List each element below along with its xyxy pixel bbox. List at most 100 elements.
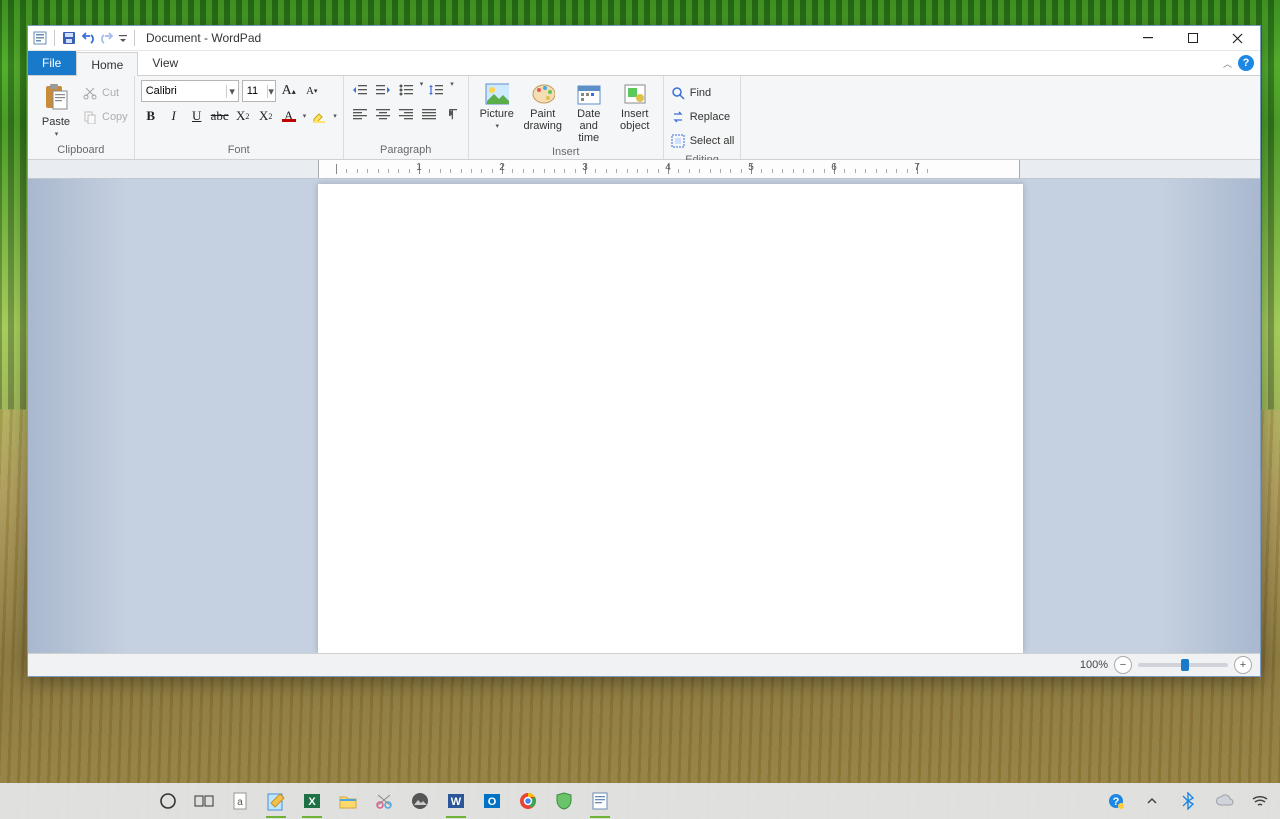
group-label: Insert <box>475 144 657 161</box>
tab-view[interactable]: View <box>138 51 193 75</box>
find-icon <box>670 85 686 101</box>
taskbar-word-icon[interactable]: W <box>442 787 470 815</box>
tray-wifi-icon[interactable] <box>1246 787 1274 815</box>
cut-button[interactable]: Cut <box>82 82 128 104</box>
window-title: Document - WordPad <box>146 31 261 45</box>
taskbar-explorer-icon[interactable] <box>334 787 362 815</box>
bold-button[interactable]: B <box>141 106 161 126</box>
align-center-button[interactable] <box>373 104 393 124</box>
font-name-input[interactable] <box>142 85 226 97</box>
paint-drawing-button[interactable]: Paintdrawing <box>521 80 565 132</box>
paragraph-dialog-button[interactable] <box>442 104 462 124</box>
document-page[interactable] <box>318 184 1023 653</box>
paste-icon <box>40 82 72 114</box>
cortana-icon[interactable] <box>154 787 182 815</box>
strikethrough-button[interactable]: abc <box>210 106 230 126</box>
status-bar: 100% − + <box>28 653 1260 676</box>
date-time-button[interactable]: Date andtime <box>567 80 611 144</box>
font-size-combo[interactable]: ▾ <box>242 80 276 102</box>
align-left-button[interactable] <box>350 104 370 124</box>
chevron-down-icon[interactable]: ▾ <box>450 80 454 100</box>
chevron-down-icon: ▾ <box>495 122 499 130</box>
decrease-indent-button[interactable] <box>350 80 370 100</box>
tray-onedrive-icon[interactable] <box>1210 787 1238 815</box>
help-icon[interactable]: ? <box>1238 55 1254 71</box>
close-button[interactable] <box>1215 26 1260 50</box>
bullets-button[interactable] <box>396 80 416 100</box>
title-bar: Document - WordPad <box>28 26 1260 51</box>
font-size-input[interactable] <box>243 85 267 97</box>
highlight-button[interactable] <box>309 106 329 126</box>
taskbar-photos-icon[interactable] <box>406 787 434 815</box>
qat-customize-icon[interactable] <box>118 30 128 46</box>
ruler[interactable]: 1234567 <box>28 160 1260 179</box>
group-label: Paragraph <box>350 142 462 159</box>
group-clipboard: Paste ▾ Cut Copy Clipboard <box>28 76 135 159</box>
taskbar-outlook-icon[interactable]: O <box>478 787 506 815</box>
line-spacing-button[interactable] <box>426 80 446 100</box>
increase-indent-button[interactable] <box>373 80 393 100</box>
taskbar-app-1[interactable]: a <box>226 787 254 815</box>
superscript-button[interactable]: X2 <box>256 106 276 126</box>
tray-chevron-icon[interactable] <box>1138 787 1166 815</box>
ribbon: Paste ▾ Cut Copy Clipboard <box>28 76 1260 160</box>
task-view-icon[interactable] <box>190 787 218 815</box>
zoom-slider[interactable] <box>1138 663 1228 667</box>
font-color-button[interactable]: A <box>279 106 299 126</box>
taskbar-defender-icon[interactable] <box>550 787 578 815</box>
italic-button[interactable]: I <box>164 106 184 126</box>
tab-home[interactable]: Home <box>76 52 138 76</box>
select-all-button[interactable]: Select all <box>670 130 735 152</box>
taskbar-wordpad-icon[interactable] <box>586 787 614 815</box>
chevron-down-icon[interactable]: ▾ <box>420 80 424 100</box>
object-icon <box>623 82 647 106</box>
tray-bluetooth-icon[interactable] <box>1174 787 1202 815</box>
chevron-down-icon[interactable]: ▾ <box>267 85 275 98</box>
collapse-ribbon-icon[interactable]: ︿ <box>1223 57 1232 70</box>
ribbon-tabs: File Home View ︿ ? <box>28 51 1260 76</box>
minimize-button[interactable] <box>1125 26 1170 50</box>
redo-icon[interactable] <box>99 30 115 46</box>
subscript-button[interactable]: X2 <box>233 106 253 126</box>
zoom-in-button[interactable]: + <box>1234 656 1252 674</box>
zoom-level: 100% <box>1080 659 1108 671</box>
shrink-font-button[interactable]: A▾ <box>302 81 322 101</box>
grow-font-button[interactable]: A▴ <box>279 81 299 101</box>
calendar-icon <box>577 82 601 106</box>
taskbar-chrome-icon[interactable] <box>514 787 542 815</box>
maximize-button[interactable] <box>1170 26 1215 50</box>
svg-text:X: X <box>308 796 316 808</box>
quick-access-toolbar <box>32 30 138 46</box>
zoom-out-button[interactable]: − <box>1114 656 1132 674</box>
paint-palette-icon <box>531 82 555 106</box>
taskbar-app-notepad[interactable] <box>262 787 290 815</box>
insert-picture-button[interactable]: Picture ▾ <box>475 80 519 130</box>
save-icon[interactable] <box>61 30 77 46</box>
paste-button[interactable]: Paste ▾ <box>34 80 78 138</box>
taskbar-excel-icon[interactable]: X <box>298 787 326 815</box>
taskbar-snip-icon[interactable] <box>370 787 398 815</box>
group-editing: Find Replace Select all Editing <box>664 76 742 159</box>
tab-file[interactable]: File <box>28 51 76 75</box>
align-right-button[interactable] <box>396 104 416 124</box>
replace-button[interactable]: Replace <box>670 106 735 128</box>
tray-help-icon[interactable]: ? <box>1102 787 1130 815</box>
insert-object-button[interactable]: Insertobject <box>613 80 657 132</box>
chevron-down-icon[interactable]: ▾ <box>226 85 238 98</box>
justify-button[interactable] <box>419 104 439 124</box>
chevron-down-icon[interactable]: ▾ <box>303 112 307 120</box>
copy-icon <box>82 109 98 125</box>
underline-button[interactable]: U <box>187 106 207 126</box>
find-button[interactable]: Find <box>670 82 735 104</box>
cut-icon <box>82 85 98 101</box>
chevron-down-icon[interactable]: ▾ <box>333 112 337 120</box>
copy-button[interactable]: Copy <box>82 106 128 128</box>
replace-icon <box>670 109 686 125</box>
group-font: ▾ ▾ A▴ A▾ B I U abc X2 <box>135 76 344 159</box>
group-insert: Picture ▾ Paintdrawing Date andtime Inse… <box>469 76 664 159</box>
undo-icon[interactable] <box>80 30 96 46</box>
window-controls <box>1125 26 1260 50</box>
font-name-combo[interactable]: ▾ <box>141 80 239 102</box>
chevron-down-icon: ▾ <box>55 130 59 138</box>
select-all-icon <box>670 133 686 149</box>
